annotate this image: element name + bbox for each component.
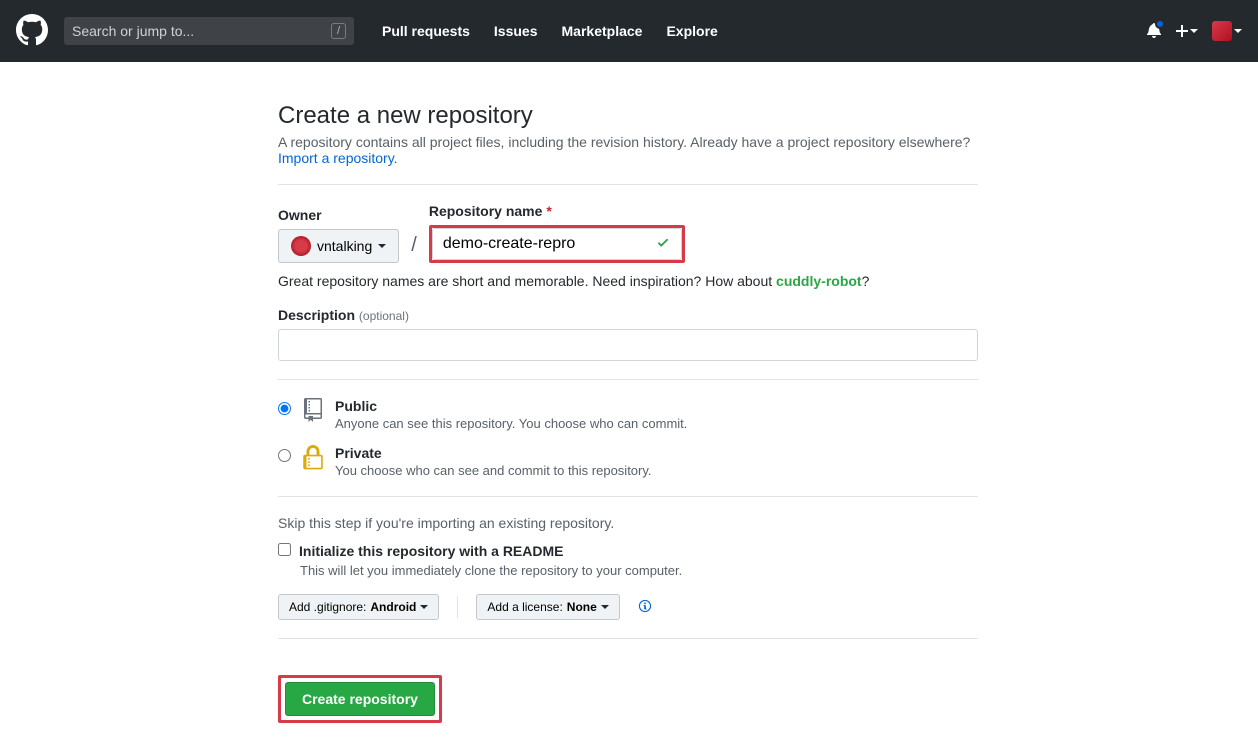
notification-dot-icon	[1155, 19, 1165, 29]
owner-select-button[interactable]: vntalking	[278, 229, 399, 263]
license-value: None	[567, 600, 597, 614]
repo-name-field: Repository name *	[429, 203, 685, 263]
page-subtitle: A repository contains all project files,…	[278, 134, 978, 166]
readme-checkbox[interactable]	[278, 543, 291, 556]
header-right	[1146, 21, 1242, 41]
private-text: Private You choose who can see and commi…	[335, 445, 652, 478]
description-label: Description (optional)	[278, 307, 409, 323]
repo-public-icon	[301, 398, 325, 425]
info-icon[interactable]	[638, 599, 652, 616]
template-select-row: Add .gitignore: Android Add a license: N…	[278, 594, 978, 620]
caret-down-icon	[420, 605, 428, 609]
public-desc: Anyone can see this repository. You choo…	[335, 416, 687, 431]
lock-icon	[301, 445, 325, 474]
vertical-divider	[457, 596, 458, 618]
gitignore-value: Android	[370, 600, 416, 614]
public-radio[interactable]	[278, 402, 291, 415]
page-title: Create a new repository	[278, 102, 978, 130]
hint-text: Great repository names are short and mem…	[278, 273, 776, 289]
name-hint: Great repository names are short and mem…	[278, 273, 978, 289]
hint-q: ?	[862, 273, 870, 289]
slash-shortcut-icon: /	[331, 23, 346, 39]
public-title: Public	[335, 398, 377, 414]
nav-issues[interactable]: Issues	[482, 23, 550, 39]
notifications-button[interactable]	[1146, 22, 1162, 41]
visibility-public-row: Public Anyone can see this repository. Y…	[278, 398, 978, 431]
required-indicator: *	[546, 203, 551, 219]
owner-repo-row: Owner vntalking / Repository name *	[278, 203, 978, 263]
optional-label: (optional)	[359, 309, 409, 323]
github-logo[interactable]	[16, 14, 48, 49]
name-suggestion-link[interactable]: cuddly-robot	[776, 273, 862, 289]
search-input[interactable]	[72, 23, 331, 39]
license-select-button[interactable]: Add a license: None	[476, 594, 619, 620]
divider	[278, 184, 978, 185]
caret-down-icon	[378, 244, 386, 248]
gitignore-prefix: Add .gitignore:	[289, 600, 366, 614]
nav-marketplace[interactable]: Marketplace	[550, 23, 655, 39]
caret-down-icon	[1190, 29, 1198, 33]
repo-name-highlight	[429, 225, 685, 263]
private-title: Private	[335, 445, 382, 461]
visibility-private-row: Private You choose who can see and commi…	[278, 445, 978, 478]
readme-checkbox-row: Initialize this repository with a README	[278, 543, 978, 559]
owner-avatar-icon	[291, 236, 311, 256]
owner-name: vntalking	[317, 238, 372, 254]
divider	[278, 496, 978, 497]
create-repository-button[interactable]: Create repository	[285, 682, 435, 716]
global-header: / Pull requests Issues Marketplace Explo…	[0, 0, 1258, 62]
description-field: Description (optional)	[278, 307, 978, 361]
search-box[interactable]: /	[64, 17, 354, 45]
caret-down-icon	[1234, 29, 1242, 33]
gitignore-select-button[interactable]: Add .gitignore: Android	[278, 594, 439, 620]
license-prefix: Add a license:	[487, 600, 562, 614]
owner-label: Owner	[278, 207, 399, 223]
divider	[278, 638, 978, 639]
skip-note: Skip this step if you're importing an ex…	[278, 515, 978, 531]
user-menu[interactable]	[1212, 21, 1242, 41]
private-desc: You choose who can see and commit to thi…	[335, 463, 652, 478]
create-button-highlight: Create repository	[278, 675, 442, 723]
nav-pull-requests[interactable]: Pull requests	[370, 23, 482, 39]
repo-name-input[interactable]	[432, 228, 682, 260]
primary-nav: Pull requests Issues Marketplace Explore	[370, 23, 730, 39]
public-text: Public Anyone can see this repository. Y…	[335, 398, 687, 431]
path-separator: /	[409, 234, 419, 263]
private-radio[interactable]	[278, 449, 291, 462]
create-new-menu[interactable]	[1176, 23, 1198, 39]
owner-field: Owner vntalking	[278, 207, 399, 263]
repo-name-label: Repository name *	[429, 203, 685, 219]
caret-down-icon	[601, 605, 609, 609]
divider	[278, 379, 978, 380]
readme-hint: This will let you immediately clone the …	[300, 563, 978, 578]
subtitle-text: A repository contains all project files,…	[278, 134, 970, 150]
plus-icon	[1176, 23, 1188, 39]
description-input[interactable]	[278, 329, 978, 361]
nav-explore[interactable]: Explore	[654, 23, 729, 39]
main-content: Create a new repository A repository con…	[278, 102, 978, 723]
readme-label: Initialize this repository with a README	[299, 543, 563, 559]
avatar-icon	[1212, 21, 1232, 41]
import-repository-link[interactable]: Import a repository.	[278, 150, 398, 166]
check-icon	[656, 236, 670, 253]
